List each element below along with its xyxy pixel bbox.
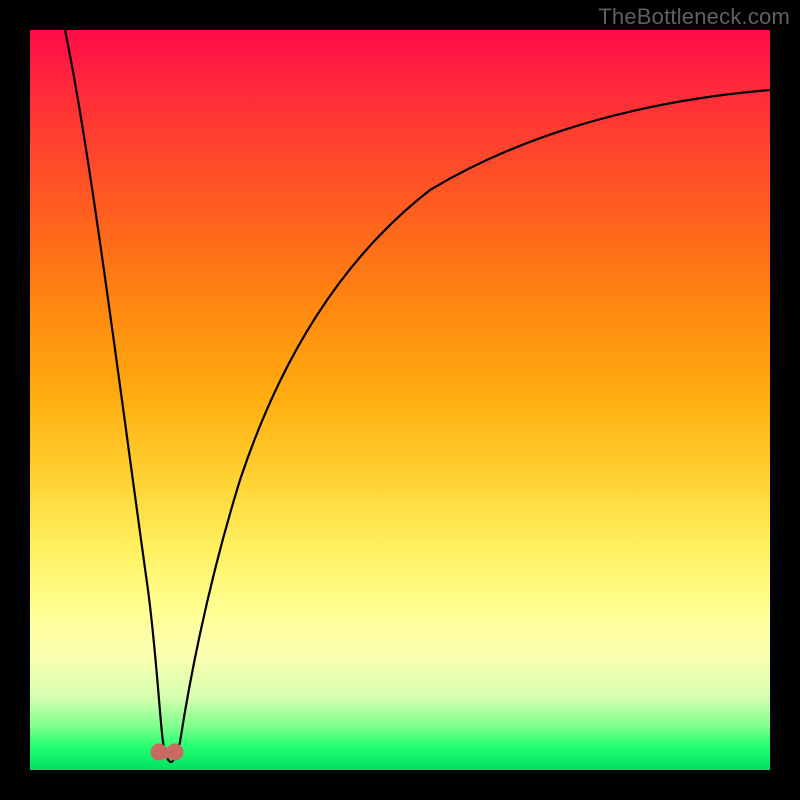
well-marker-bridge [159,748,175,758]
plot-area [30,30,770,770]
watermark-text: TheBottleneck.com [598,4,790,30]
curve-path [65,30,770,762]
chart-frame: TheBottleneck.com [0,0,800,800]
bottleneck-curve [30,30,770,770]
